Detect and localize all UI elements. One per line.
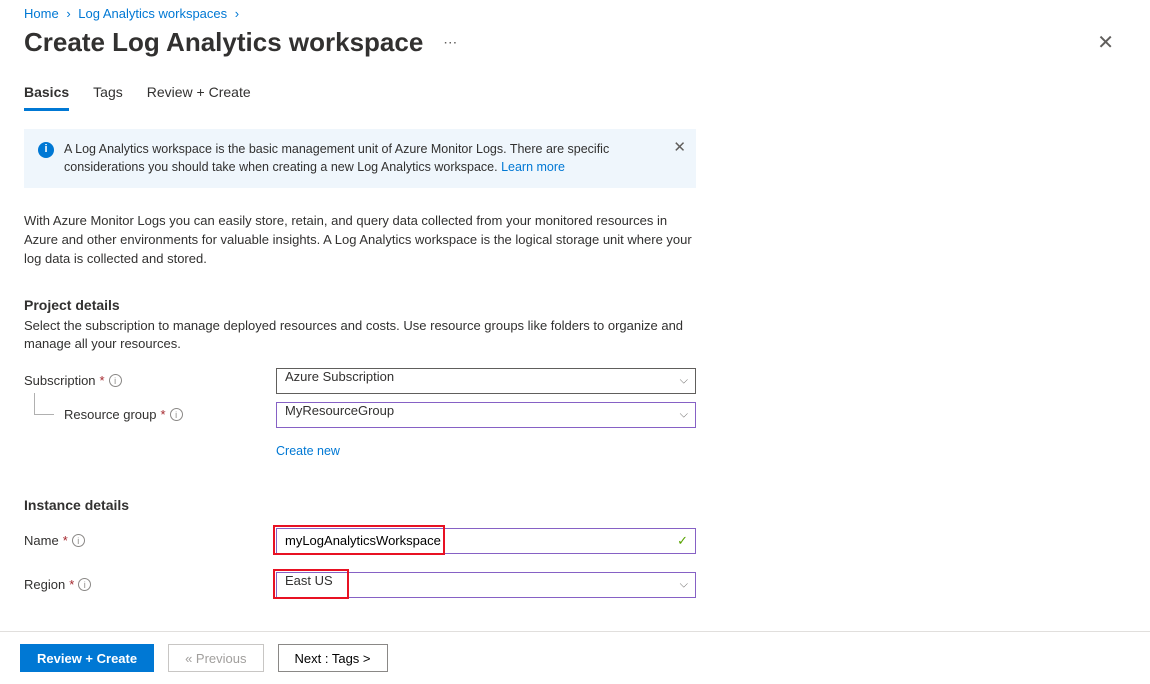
region-label: Region * i [24,577,276,592]
project-details-sub: Select the subscription to manage deploy… [24,317,696,353]
page-title: Create Log Analytics workspace [24,27,423,58]
project-details-heading: Project details [24,297,696,313]
subscription-select[interactable]: Azure Subscription [276,368,696,394]
page-header: Create Log Analytics workspace ⋯ ✕ [0,23,1150,78]
previous-button: « Previous [168,644,263,672]
help-icon[interactable]: i [72,534,85,547]
create-new-rg-link[interactable]: Create new [276,444,340,458]
close-icon[interactable]: ✕ [1097,33,1114,53]
tab-review[interactable]: Review + Create [147,78,251,111]
info-text: A Log Analytics workspace is the basic m… [64,141,660,176]
tree-connector [34,393,54,415]
review-create-button[interactable]: Review + Create [20,644,154,672]
breadcrumb-home[interactable]: Home [24,6,59,21]
dismiss-info-icon[interactable]: ✕ [673,137,686,158]
breadcrumb: Home › Log Analytics workspaces › [0,0,1150,23]
tab-basics[interactable]: Basics [24,78,69,111]
instance-details-heading: Instance details [24,497,696,513]
resource-group-label: Resource group * i [24,407,276,422]
description-text: With Azure Monitor Logs you can easily s… [24,212,696,269]
breadcrumb-sep: › [66,6,70,21]
required-indicator: * [161,407,166,422]
required-indicator: * [63,533,68,548]
resource-group-select[interactable]: MyResourceGroup [276,402,696,428]
help-icon[interactable]: i [78,578,91,591]
learn-more-link[interactable]: Learn more [501,160,565,174]
more-actions-icon[interactable]: ⋯ [443,34,459,51]
tab-tags[interactable]: Tags [93,78,123,111]
check-icon: ✓ [677,533,688,549]
tabs: Basics Tags Review + Create [0,78,1150,111]
subscription-label: Subscription * i [24,373,276,388]
name-input[interactable] [276,528,696,554]
name-label: Name * i [24,533,276,548]
footer-bar: Review + Create « Previous Next : Tags > [0,631,1150,684]
help-icon[interactable]: i [170,408,183,421]
region-select[interactable]: East US [276,572,696,598]
help-icon[interactable]: i [109,374,122,387]
breadcrumb-parent[interactable]: Log Analytics workspaces [78,6,227,21]
next-button[interactable]: Next : Tags > [278,644,388,672]
info-icon: i [38,142,54,158]
required-indicator: * [100,373,105,388]
breadcrumb-sep: › [235,6,239,21]
info-banner: i A Log Analytics workspace is the basic… [24,129,696,188]
required-indicator: * [69,577,74,592]
